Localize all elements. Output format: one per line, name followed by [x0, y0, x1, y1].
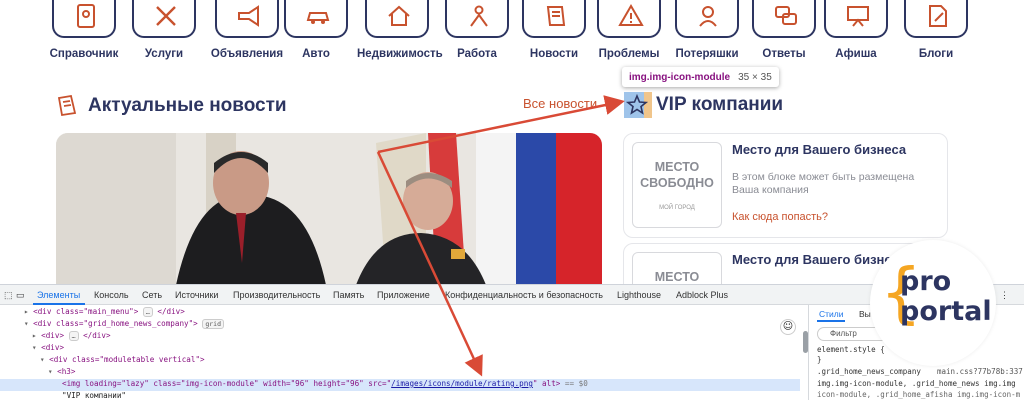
- arrow-to-img-node: [376, 151, 483, 377]
- page: Справочник Услуги Объявления Авто Недвиж…: [0, 0, 1024, 400]
- annotation-arrows: [376, 95, 625, 377]
- arrow-to-vip-icon: [377, 95, 625, 154]
